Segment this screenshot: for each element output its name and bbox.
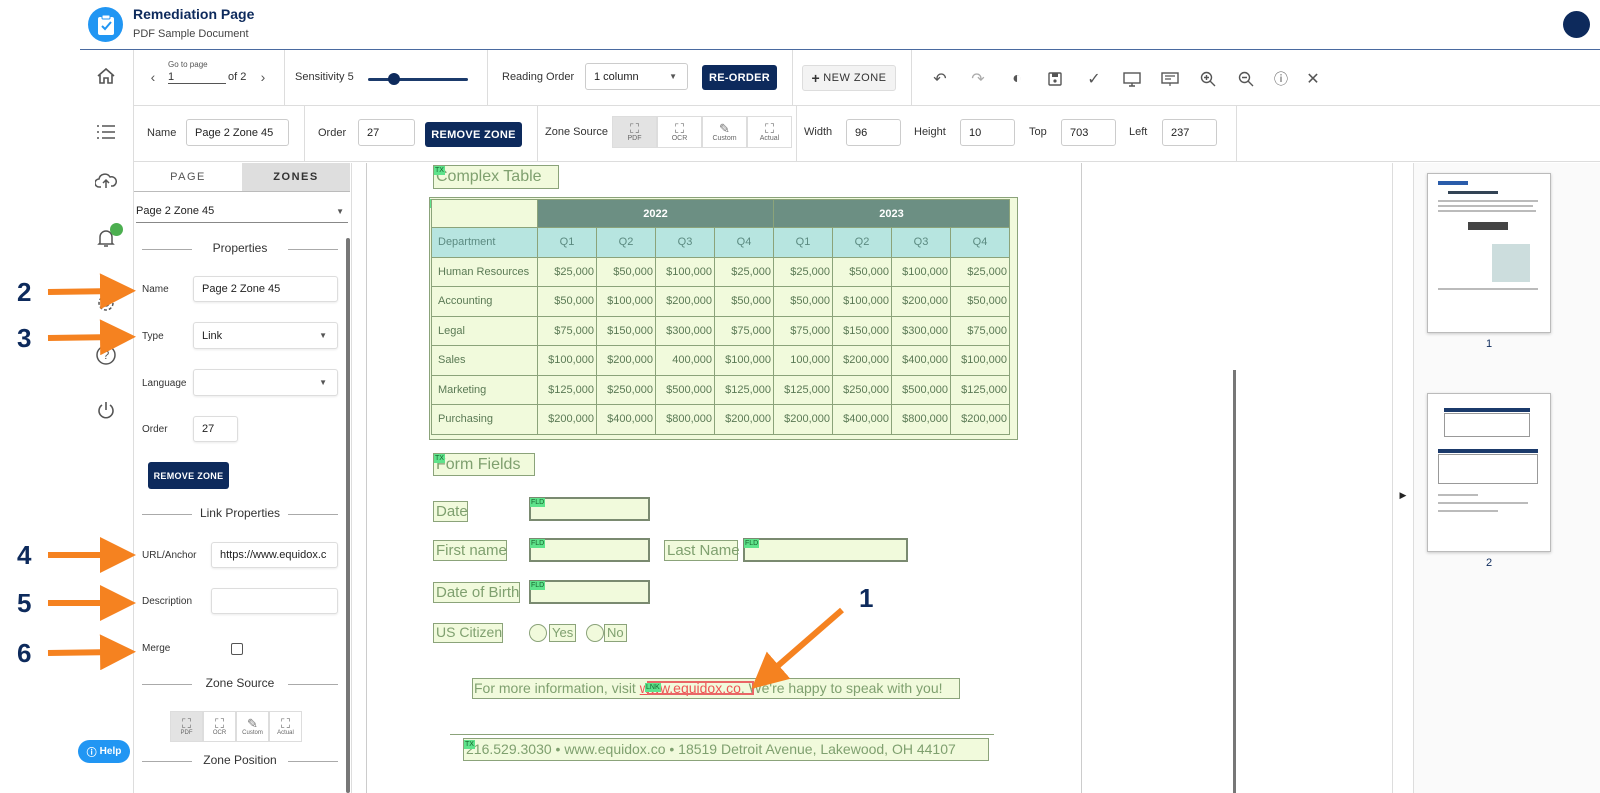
annotation-number: 6 bbox=[17, 638, 32, 668]
annotation-number: 3 bbox=[17, 323, 32, 353]
annotation-number: 5 bbox=[17, 588, 32, 618]
help-button[interactable]: ⓘ Help bbox=[78, 740, 130, 763]
help-label: Help bbox=[99, 746, 122, 757]
annotation-number: 1 bbox=[859, 583, 874, 613]
annotation-number: 2 bbox=[17, 277, 32, 307]
annotation-number: 4 bbox=[17, 540, 32, 570]
annotation-arrows bbox=[47, 273, 844, 689]
help-circle-icon: ⓘ bbox=[86, 748, 97, 759]
